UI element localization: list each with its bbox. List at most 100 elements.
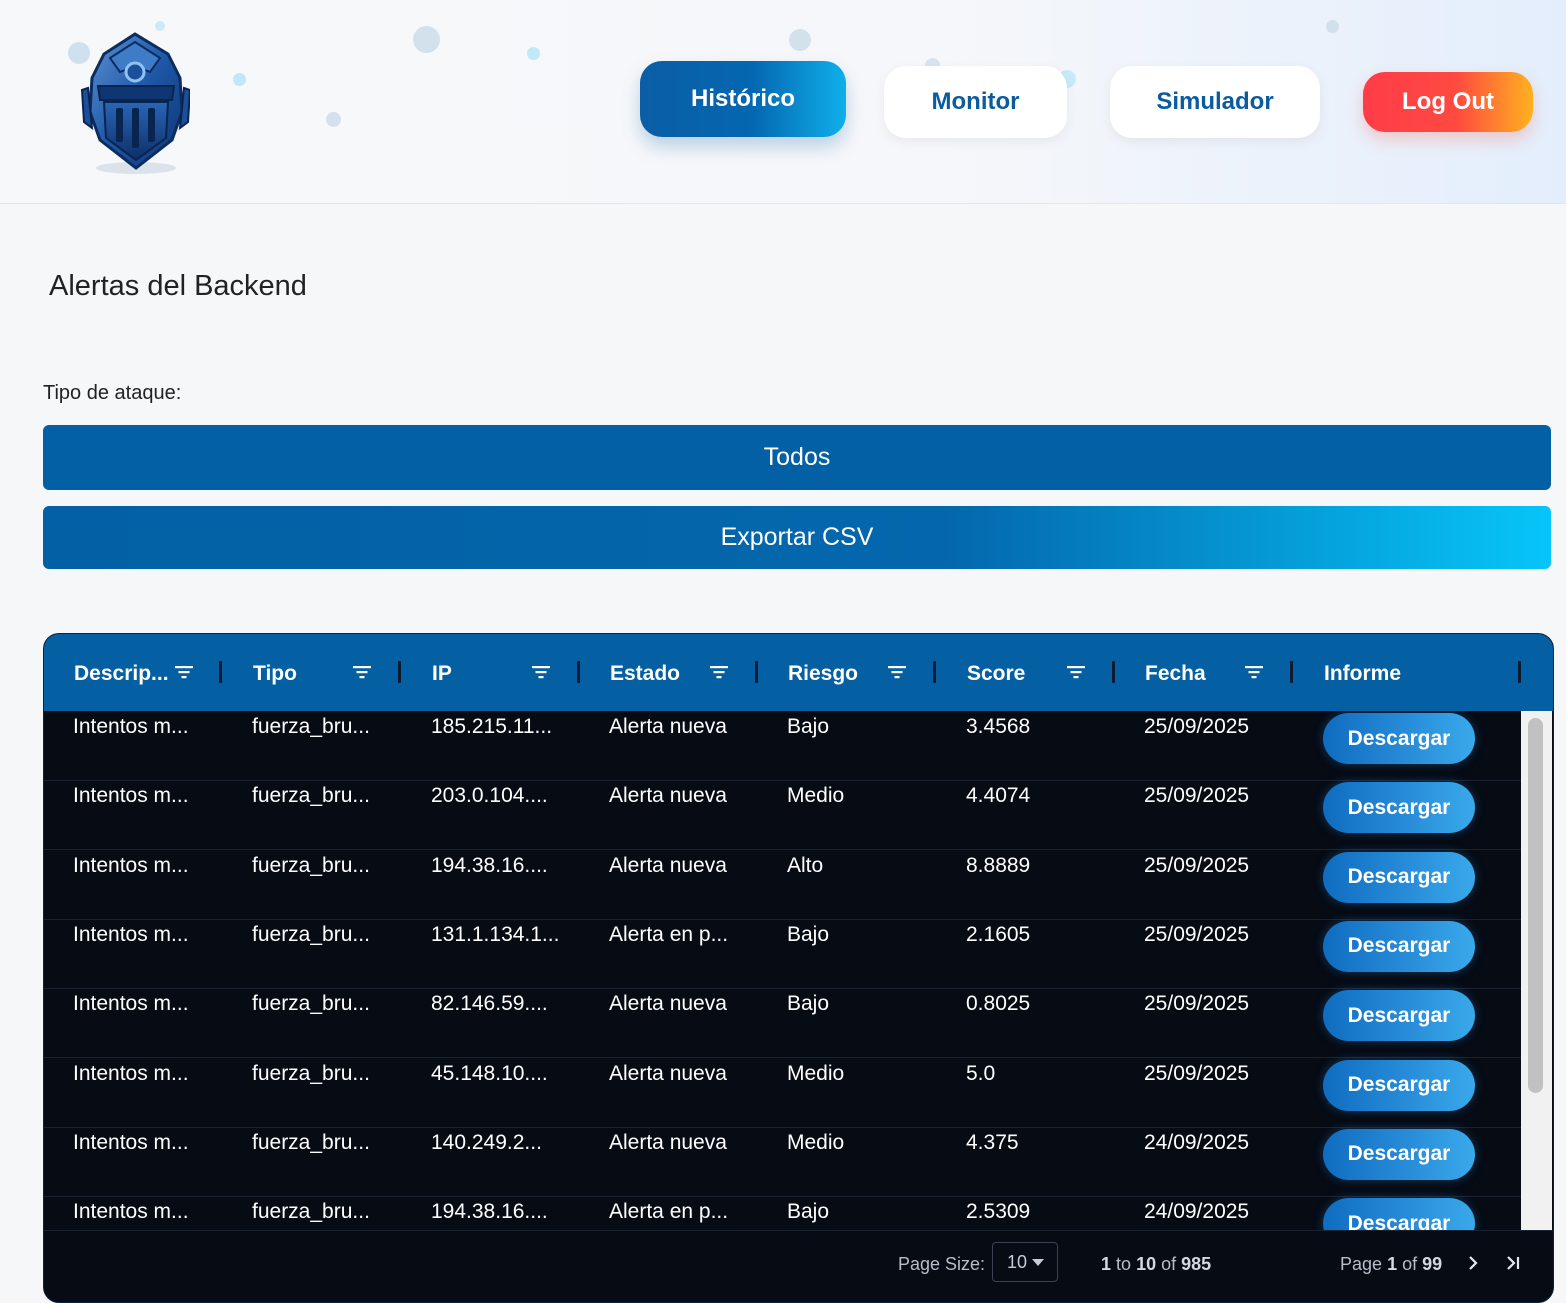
table-row[interactable]: Intentos m... fuerza_bru... 185.215.11... A…	[44, 711, 1521, 781]
cell-score: 4.375	[966, 1130, 1019, 1154]
scrollbar-thumb[interactable]	[1528, 718, 1543, 1093]
column-header-descripcion[interactable]: Descrip...	[44, 634, 223, 711]
download-report-button[interactable]: Descargar	[1323, 1128, 1475, 1180]
cell-descripcion: Intentos m...	[73, 1130, 189, 1154]
download-report-button[interactable]: Descargar	[1323, 713, 1475, 764]
download-report-button[interactable]: Descargar	[1323, 920, 1475, 972]
filter-icon[interactable]	[710, 664, 728, 680]
table-row[interactable]: Intentos m... fuerza_bru... 194.38.16.... A…	[44, 850, 1521, 920]
column-header-label: Informe	[1324, 662, 1402, 685]
cell-descripcion: Intentos m...	[73, 922, 189, 946]
attack-type-label: Tipo de ataque:	[43, 382, 182, 404]
column-header-estado[interactable]: Estado	[580, 634, 759, 711]
column-resize-handle[interactable]	[1518, 661, 1521, 683]
column-resize-handle[interactable]	[219, 661, 222, 683]
cell-estado: Alerta nueva	[609, 1061, 727, 1085]
cell-tipo: fuerza_bru...	[252, 1061, 370, 1085]
nav-historico-button[interactable]: Histórico	[640, 61, 846, 137]
page-total: 99	[1422, 1254, 1443, 1274]
cell-ip: 140.249.2...	[431, 1130, 542, 1154]
table-row[interactable]: Intentos m... fuerza_bru... 131.1.134.1...…	[44, 919, 1521, 989]
logout-button[interactable]: Log Out	[1363, 72, 1533, 132]
column-header-label: Descrip...	[74, 662, 169, 685]
vertical-scrollbar[interactable]	[1521, 711, 1552, 1230]
cell-ip: 194.38.16....	[431, 853, 548, 877]
cell-tipo: fuerza_bru...	[252, 1130, 370, 1154]
table-row[interactable]: Intentos m... fuerza_bru... 140.249.2... Al…	[44, 1127, 1521, 1197]
column-header-label: Score	[967, 662, 1026, 685]
export-csv-button[interactable]: Exportar CSV	[43, 506, 1551, 569]
last-page-icon[interactable]	[1501, 1251, 1525, 1275]
nav-monitor-button[interactable]: Monitor	[884, 66, 1067, 138]
next-page-icon[interactable]	[1461, 1251, 1485, 1275]
cell-ip: 194.38.16....	[431, 1200, 548, 1224]
column-header-label: Riesgo	[788, 662, 859, 685]
cell-riesgo: Bajo	[787, 922, 830, 946]
cell-fecha: 25/09/2025	[1144, 853, 1250, 877]
page-size-select[interactable]: 10	[992, 1242, 1058, 1282]
cell-estado: Alerta nueva	[609, 853, 727, 877]
table-row[interactable]: Intentos m... fuerza_bru... 82.146.59.... A…	[44, 988, 1521, 1059]
knight-helmet-icon	[80, 32, 190, 174]
column-header-tipo[interactable]: Tipo	[223, 634, 402, 711]
cell-ip: 45.148.10....	[431, 1061, 548, 1085]
download-report-button[interactable]: Descargar	[1323, 1059, 1475, 1111]
filter-icon[interactable]	[532, 664, 550, 680]
page-word: Page	[1340, 1254, 1383, 1274]
column-header-label: Estado	[610, 662, 681, 685]
cell-descripcion: Intentos m...	[73, 853, 189, 877]
cell-riesgo: Medio	[787, 784, 845, 808]
column-header-fecha[interactable]: Fecha	[1115, 634, 1294, 711]
table-row[interactable]: Intentos m... fuerza_bru... 194.38.16.... A…	[44, 1196, 1521, 1230]
cell-tipo: fuerza_bru...	[252, 715, 370, 738]
cell-riesgo: Bajo	[787, 1200, 830, 1224]
attack-type-select[interactable]: Todos	[43, 425, 1551, 490]
cell-fecha: 24/09/2025	[1144, 1130, 1250, 1154]
column-header-label: IP	[432, 662, 452, 685]
download-report-button[interactable]: Descargar	[1323, 1198, 1475, 1230]
range-total: 985	[1181, 1254, 1212, 1274]
column-header-label: Fecha	[1145, 662, 1206, 685]
cell-ip: 203.0.104....	[431, 784, 548, 808]
filter-icon[interactable]	[888, 664, 906, 680]
filter-icon[interactable]	[1245, 664, 1263, 680]
table-row[interactable]: Intentos m... fuerza_bru... 45.148.10.... A…	[44, 1058, 1521, 1128]
cell-score: 5.0	[966, 1061, 996, 1085]
filter-icon[interactable]	[1067, 664, 1085, 680]
column-header-ip[interactable]: IP	[402, 634, 581, 711]
download-report-button[interactable]: Descargar	[1323, 851, 1475, 903]
caret-down-icon	[1032, 1259, 1044, 1266]
range-of-word: of	[1161, 1254, 1177, 1274]
column-header-score[interactable]: Score	[937, 634, 1116, 711]
grid-body: Intentos m... fuerza_bru... 185.215.11... A…	[44, 711, 1521, 1230]
column-header-informe[interactable]: Informe	[1294, 634, 1521, 711]
cell-estado: Alerta nueva	[609, 992, 727, 1016]
cell-descripcion: Intentos m...	[73, 992, 189, 1016]
column-resize-handle[interactable]	[398, 661, 401, 683]
cell-tipo: fuerza_bru...	[252, 784, 370, 808]
cell-ip: 131.1.134.1...	[431, 922, 560, 946]
page-title: Alertas del Backend	[49, 270, 307, 302]
column-header-riesgo[interactable]: Riesgo	[758, 634, 937, 711]
cell-fecha: 25/09/2025	[1144, 992, 1250, 1016]
cell-ip: 82.146.59....	[431, 992, 548, 1016]
filter-icon[interactable]	[353, 664, 371, 680]
cell-fecha: 25/09/2025	[1144, 784, 1250, 808]
download-report-button[interactable]: Descargar	[1323, 990, 1475, 1042]
cell-riesgo: Bajo	[787, 992, 830, 1016]
column-resize-handle[interactable]	[933, 661, 936, 683]
nav-simulador-button[interactable]: Simulador	[1110, 66, 1320, 138]
cell-fecha: 25/09/2025	[1144, 1061, 1250, 1085]
filter-icon[interactable]	[175, 664, 193, 680]
table-row[interactable]: Intentos m... fuerza_bru... 203.0.104.... A…	[44, 780, 1521, 851]
column-resize-handle[interactable]	[1290, 661, 1293, 683]
cell-tipo: fuerza_bru...	[252, 922, 370, 946]
cell-riesgo: Medio	[787, 1130, 845, 1154]
decor-bubble	[233, 73, 246, 86]
download-report-button[interactable]: Descargar	[1323, 782, 1475, 834]
column-header-label: Tipo	[253, 662, 297, 685]
cell-estado: Alerta en p...	[609, 922, 729, 946]
cell-estado: Alerta nueva	[609, 1130, 727, 1154]
page-size-value: 10	[1007, 1251, 1028, 1272]
range-from: 1	[1101, 1254, 1112, 1274]
